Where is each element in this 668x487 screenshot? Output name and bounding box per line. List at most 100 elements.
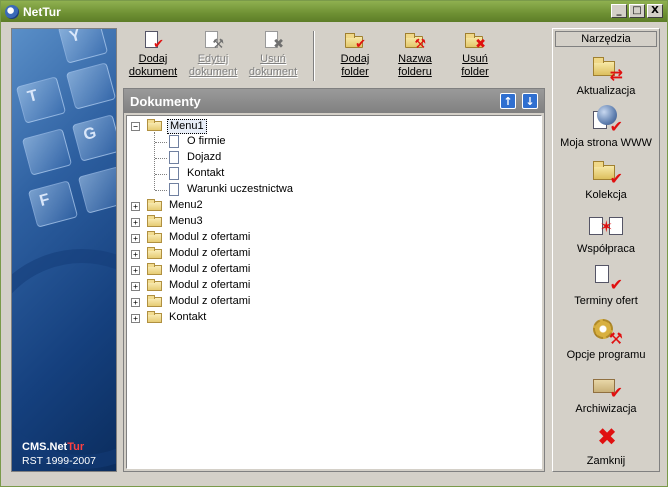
keyboard-key [65, 62, 116, 110]
archive-button[interactable]: ✔ Archiwizacja [553, 371, 659, 415]
documents-tree[interactable]: − Menu1 O firmie Dojazd Kontakt Warunki … [126, 115, 542, 469]
tree-node-document[interactable]: O firmie [127, 134, 541, 150]
window-title: NetTur [23, 4, 61, 19]
tree-guide-line [155, 190, 167, 191]
add-folder-button[interactable]: ✔ Dodaj folder [325, 28, 385, 84]
tree-node-label[interactable]: Warunki uczestnictwa [185, 183, 295, 196]
edit-document-button[interactable]: ⚒ Edytuj dokument [183, 28, 243, 84]
title-bar[interactable]: NetTur _ □ X [1, 1, 667, 22]
delete-folder-button[interactable]: ✖ Usuń folder [445, 28, 505, 84]
tree-node-label[interactable]: Menu3 [167, 215, 205, 228]
reorder-buttons: ↑ ↓ [500, 93, 538, 109]
brand-prefix: CMS.Net [22, 441, 68, 453]
side-banner: Y T G F CMS.NetTur RST 1999-2007 [11, 28, 117, 472]
expand-icon[interactable]: + [131, 250, 140, 259]
program-options-button[interactable]: ⚒ Opcje programu [553, 317, 659, 361]
tree-node-folder[interactable]: + Modul z ofertami [127, 262, 541, 278]
button-label: Dodaj [340, 53, 370, 65]
tool-label: Archiwizacja [575, 403, 637, 415]
cooperation-icon: ✶ [589, 211, 623, 241]
document-icon [169, 167, 179, 180]
button-label: Usuń [462, 53, 488, 65]
tree-node-menu1[interactable]: − Menu1 [127, 118, 541, 134]
folder-icon [147, 295, 162, 307]
keyboard-key: G [71, 114, 116, 162]
document-toolbar: ✔ Dodaj dokument ⚒ Edytuj dokument ✖ Usuń d… [123, 28, 545, 84]
expand-icon[interactable]: + [131, 266, 140, 275]
collection-button[interactable]: ✔ Kolekcja [553, 157, 659, 201]
expand-icon[interactable]: + [131, 234, 140, 243]
update-button[interactable]: ⇄ Aktualizacja [553, 53, 659, 97]
tools-panel: Narzędzia ⇄ Aktualizacja ✔ Moja strona W… [552, 28, 660, 472]
edit-document-icon: ⚒ [202, 31, 224, 51]
folder-icon [147, 279, 162, 291]
offer-dates-button[interactable]: ✔ Terminy ofert [553, 263, 659, 307]
tree-guide-line [155, 142, 167, 143]
document-icon [169, 135, 179, 148]
document-icon [169, 151, 179, 164]
tree-node-label[interactable]: Modul z ofertami [167, 279, 252, 292]
window-controls: _ □ X [611, 4, 663, 18]
tree-node-folder[interactable]: + Modul z ofertami [127, 246, 541, 262]
expand-icon[interactable]: + [131, 202, 140, 211]
folder-icon [147, 247, 162, 259]
tree-node-label[interactable]: Modul z ofertami [167, 263, 252, 276]
tree-node-label[interactable]: O firmie [185, 135, 228, 148]
tree-node-label[interactable]: Modul z ofertami [167, 247, 252, 260]
add-document-icon: ✔ [142, 31, 164, 51]
tree-node-folder[interactable]: + Menu3 [127, 214, 541, 230]
expand-icon[interactable]: + [131, 282, 140, 291]
app-logo-icon [5, 4, 19, 19]
toolbar-separator [313, 31, 315, 81]
keyboard-key [21, 128, 73, 176]
collapse-icon[interactable]: − [131, 122, 140, 131]
tree-node-folder[interactable]: + Modul z ofertami [127, 294, 541, 310]
minimize-button[interactable]: _ [611, 4, 627, 18]
keyboard-key: F [27, 180, 79, 228]
tree-node-document[interactable]: Kontakt [127, 166, 541, 182]
move-up-icon[interactable]: ↑ [500, 93, 516, 109]
tree-node-label[interactable]: Modul z ofertami [167, 295, 252, 308]
app-window: NetTur _ □ X Y T G F CMS.NetTur RST 1999… [0, 0, 668, 487]
maximize-button[interactable]: □ [629, 4, 645, 18]
rename-folder-button[interactable]: ⚒ Nazwa folderu [385, 28, 445, 84]
tree-node-folder[interactable]: + Modul z ofertami [127, 230, 541, 246]
delete-document-button[interactable]: ✖ Usuń dokument [243, 28, 303, 84]
folder-icon [147, 311, 162, 323]
button-label: dokument [248, 66, 298, 78]
copyright-text: RST 1999-2007 [22, 455, 96, 467]
tree-node-label[interactable]: Menu2 [167, 199, 205, 212]
tree-node-document[interactable]: Warunki uczestnictwa [127, 182, 541, 198]
collection-icon: ✔ [589, 157, 623, 187]
close-app-button[interactable]: ✖ Zamknij [553, 423, 659, 467]
documents-header: Dokumenty ↑ ↓ [124, 89, 544, 113]
button-label: dokument [188, 66, 238, 78]
cooperation-button[interactable]: ✶ Współpraca [553, 211, 659, 255]
tree-node-label[interactable]: Menu1 [167, 119, 207, 134]
tree-node-folder[interactable]: + Kontakt [127, 310, 541, 326]
add-folder-icon: ✔ [344, 31, 366, 51]
button-label: dokument [128, 66, 178, 78]
tree-node-document[interactable]: Dojazd [127, 150, 541, 166]
add-document-button[interactable]: ✔ Dodaj dokument [123, 28, 183, 84]
documents-title: Dokumenty [130, 93, 201, 109]
brand-name: CMS.NetTur [22, 441, 84, 453]
tree-node-folder[interactable]: + Modul z ofertami [127, 278, 541, 294]
close-button[interactable]: X [647, 4, 663, 18]
tree-node-label[interactable]: Modul z ofertami [167, 231, 252, 244]
tool-label: Opcje programu [566, 349, 646, 361]
tree-node-label[interactable]: Kontakt [185, 167, 226, 180]
expand-icon[interactable]: + [131, 218, 140, 227]
keyboard-key: Y [57, 29, 109, 64]
documents-panel: Dokumenty ↑ ↓ − Menu1 O firmie Dojazd Ko… [123, 88, 545, 472]
button-label: Nazwa [398, 53, 432, 65]
expand-icon[interactable]: + [131, 314, 140, 323]
gear-icon: ⚒ [589, 317, 623, 347]
move-down-icon[interactable]: ↓ [522, 93, 538, 109]
delete-document-icon: ✖ [262, 31, 284, 51]
my-website-button[interactable]: ✔ Moja strona WWW [553, 105, 659, 149]
tree-node-label[interactable]: Kontakt [167, 311, 208, 324]
expand-icon[interactable]: + [131, 298, 140, 307]
tree-node-label[interactable]: Dojazd [185, 151, 223, 164]
tree-node-folder[interactable]: + Menu2 [127, 198, 541, 214]
